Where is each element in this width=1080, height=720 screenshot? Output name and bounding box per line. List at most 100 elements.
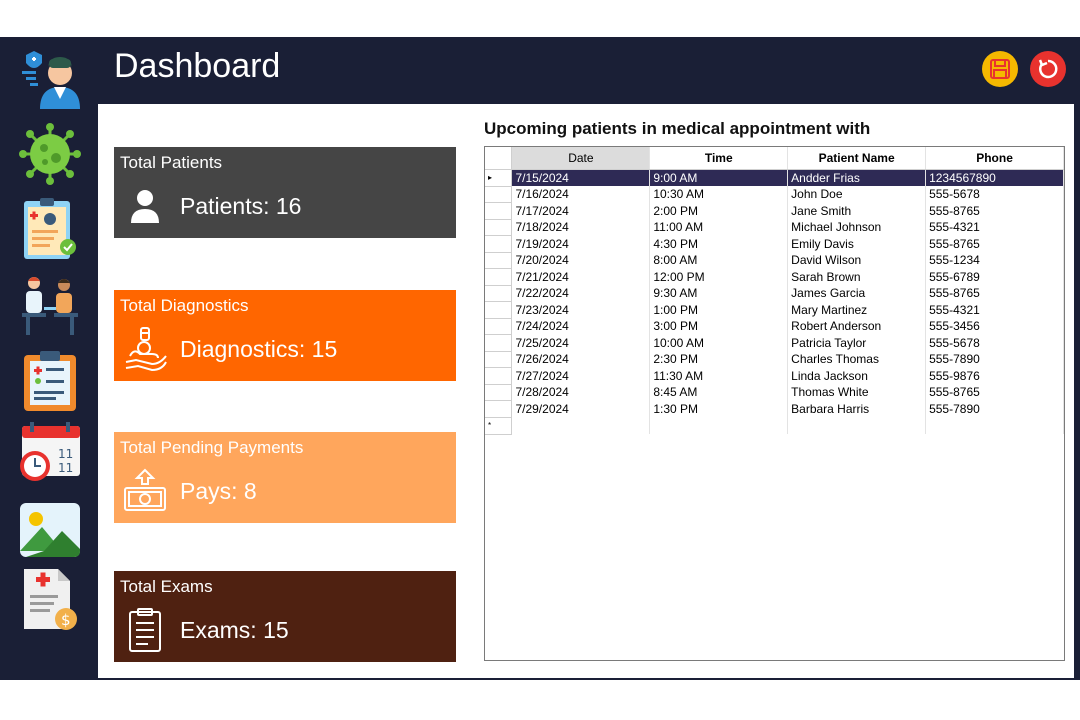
phone-cell[interactable]: 555-1234 xyxy=(925,252,1064,269)
phone-cell[interactable]: 555-4321 xyxy=(925,219,1064,236)
new-row[interactable]: * xyxy=(485,417,1064,435)
empty-cell[interactable] xyxy=(787,417,927,434)
date-cell[interactable]: 7/26/2024 xyxy=(511,351,651,368)
reset-button[interactable] xyxy=(1030,51,1066,87)
phone-cell[interactable]: 555-7890 xyxy=(925,351,1064,368)
date-cell[interactable]: 7/21/2024 xyxy=(511,268,651,285)
date-cell[interactable]: 7/25/2024 xyxy=(511,334,651,351)
date-cell[interactable]: 7/16/2024 xyxy=(511,186,651,203)
date-cell[interactable]: 7/24/2024 xyxy=(511,318,651,335)
patient-name-cell[interactable]: Barbara Harris xyxy=(787,400,927,417)
row-header[interactable]: ▸ xyxy=(485,169,513,187)
row-header[interactable] xyxy=(485,318,513,335)
empty-cell[interactable] xyxy=(925,417,1064,434)
table-row[interactable]: 7/28/2024 8:45 AM Thomas White 555-8765 xyxy=(485,384,1064,401)
patient-name-cell[interactable]: Jane Smith xyxy=(787,202,927,219)
patient-name-cell[interactable]: David Wilson xyxy=(787,252,927,269)
phone-cell[interactable]: 555-8765 xyxy=(925,384,1064,401)
diagnostics-card[interactable]: Total Diagnostics Diagnostics: 15 xyxy=(114,290,456,381)
patient-name-cell[interactable]: Mary Martinez xyxy=(787,301,927,318)
patient-name-cell[interactable]: Thomas White xyxy=(787,384,927,401)
phone-cell[interactable]: 555-8765 xyxy=(925,235,1064,252)
table-row[interactable]: 7/16/2024 10:30 AM John Doe 555-5678 xyxy=(485,186,1064,203)
patient-name-cell[interactable]: Emily Davis xyxy=(787,235,927,252)
row-header[interactable] xyxy=(485,367,513,385)
patient-name-cell[interactable]: Robert Anderson xyxy=(787,318,927,335)
table-row[interactable]: 7/29/2024 1:30 PM Barbara Harris 555-7890 xyxy=(485,400,1064,418)
phone-cell[interactable]: 555-5678 xyxy=(925,186,1064,203)
time-cell[interactable]: 9:00 AM xyxy=(649,169,789,186)
table-row[interactable]: ▸ 7/15/2024 9:00 AM Andder Frias 1234567890 xyxy=(485,169,1064,187)
time-cell[interactable]: 1:00 PM xyxy=(649,301,789,318)
time-cell[interactable]: 8:00 AM xyxy=(649,252,789,269)
table-row[interactable]: 7/27/2024 11:30 AM Linda Jackson 555-9876 xyxy=(485,367,1064,385)
phone-cell[interactable]: 555-9876 xyxy=(925,367,1064,384)
row-header[interactable] xyxy=(485,301,513,319)
patient-name-cell[interactable]: Andder Frias xyxy=(787,169,927,186)
time-cell[interactable]: 2:00 PM xyxy=(649,202,789,219)
time-cell[interactable]: 3:00 PM xyxy=(649,318,789,335)
time-cell[interactable]: 8:45 AM xyxy=(649,384,789,401)
date-cell[interactable]: 7/17/2024 xyxy=(511,202,651,219)
patient-name-cell[interactable]: Linda Jackson xyxy=(787,367,927,384)
phone-cell[interactable]: 1234567890 xyxy=(925,169,1064,186)
doctor-icon[interactable] xyxy=(18,45,82,109)
empty-cell[interactable] xyxy=(649,417,789,434)
row-header[interactable] xyxy=(485,285,513,302)
patients-card[interactable]: Total Patients Patients: 16 xyxy=(114,147,456,238)
table-row[interactable]: 7/18/2024 11:00 AM Michael Johnson 555-4321 xyxy=(485,219,1064,236)
empty-cell[interactable] xyxy=(511,417,651,434)
patient-name-cell[interactable]: Michael Johnson xyxy=(787,219,927,236)
time-cell[interactable]: 11:00 AM xyxy=(649,219,789,236)
date-cell[interactable]: 7/20/2024 xyxy=(511,252,651,269)
row-header[interactable] xyxy=(485,202,513,220)
clipboard-icon[interactable] xyxy=(18,349,82,413)
row-header[interactable] xyxy=(485,186,513,203)
table-row[interactable]: 7/19/2024 4:30 PM Emily Davis 555-8765 xyxy=(485,235,1064,253)
row-header[interactable] xyxy=(485,384,513,401)
save-button[interactable] xyxy=(982,51,1018,87)
date-cell[interactable]: 7/29/2024 xyxy=(511,400,651,417)
virus-icon[interactable] xyxy=(18,122,82,186)
image-icon[interactable] xyxy=(18,499,82,563)
phone-cell[interactable]: 555-7890 xyxy=(925,400,1064,417)
patient-name-cell[interactable]: James Garcia xyxy=(787,285,927,302)
pending-payments-card[interactable]: Total Pending Payments Pays: 8 xyxy=(114,432,456,523)
phone-cell[interactable]: 555-6789 xyxy=(925,268,1064,285)
phone-cell[interactable]: 555-8765 xyxy=(925,285,1064,302)
table-row[interactable]: 7/26/2024 2:30 PM Charles Thomas 555-7890 xyxy=(485,351,1064,368)
row-header[interactable] xyxy=(485,351,513,368)
phone-cell[interactable]: 555-4321 xyxy=(925,301,1064,318)
exams-card[interactable]: Total Exams Exams: 15 xyxy=(114,571,456,662)
column-header-time[interactable]: Time xyxy=(649,147,789,170)
time-cell[interactable]: 10:00 AM xyxy=(649,334,789,351)
time-cell[interactable]: 10:30 AM xyxy=(649,186,789,203)
table-row[interactable]: 7/20/2024 8:00 AM David Wilson 555-1234 xyxy=(485,252,1064,269)
patient-name-cell[interactable]: Patricia Taylor xyxy=(787,334,927,351)
table-row[interactable]: 7/23/2024 1:00 PM Mary Martinez 555-4321 xyxy=(485,301,1064,319)
date-cell[interactable]: 7/15/2024 xyxy=(511,169,651,186)
date-cell[interactable]: 7/18/2024 xyxy=(511,219,651,236)
patient-name-cell[interactable]: John Doe xyxy=(787,186,927,203)
table-row[interactable]: 7/21/2024 12:00 PM Sarah Brown 555-6789 xyxy=(485,268,1064,286)
time-cell[interactable]: 11:30 AM xyxy=(649,367,789,384)
date-cell[interactable]: 7/28/2024 xyxy=(511,384,651,401)
date-cell[interactable]: 7/19/2024 xyxy=(511,235,651,252)
table-row[interactable]: 7/22/2024 9:30 AM James Garcia 555-8765 xyxy=(485,285,1064,302)
table-row[interactable]: 7/17/2024 2:00 PM Jane Smith 555-8765 xyxy=(485,202,1064,220)
time-cell[interactable]: 1:30 PM xyxy=(649,400,789,417)
row-header[interactable] xyxy=(485,400,513,418)
calendar-clock-icon[interactable]: 11 11 xyxy=(18,422,82,486)
invoice-icon[interactable]: $ xyxy=(18,567,82,631)
column-header-date[interactable]: Date xyxy=(511,147,651,170)
phone-cell[interactable]: 555-3456 xyxy=(925,318,1064,335)
time-cell[interactable]: 12:00 PM xyxy=(649,268,789,285)
patient-record-icon[interactable] xyxy=(18,197,82,261)
row-header[interactable] xyxy=(485,268,513,286)
patient-name-cell[interactable]: Charles Thomas xyxy=(787,351,927,368)
new-row-header[interactable]: * xyxy=(485,417,513,435)
date-cell[interactable]: 7/23/2024 xyxy=(511,301,651,318)
time-cell[interactable]: 2:30 PM xyxy=(649,351,789,368)
patient-name-cell[interactable]: Sarah Brown xyxy=(787,268,927,285)
table-row[interactable]: 7/24/2024 3:00 PM Robert Anderson 555-3456 xyxy=(485,318,1064,335)
